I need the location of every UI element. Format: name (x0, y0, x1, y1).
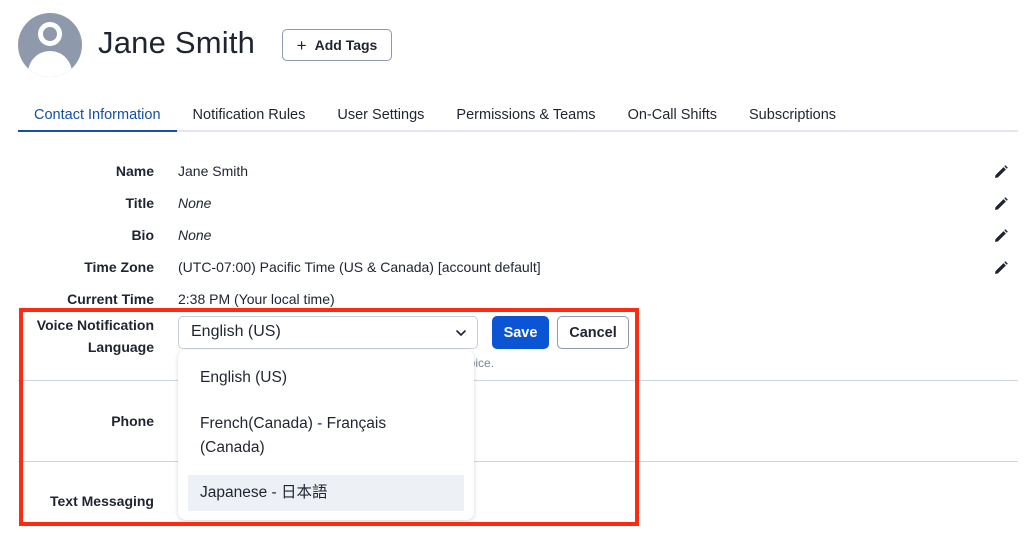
section-divider (18, 461, 1018, 462)
chevron-down-icon (456, 330, 466, 336)
profile-tabs: Contact Information Notification Rules U… (18, 100, 1018, 132)
dropdown-option-japanese[interactable]: Japanese - 日本語 (188, 475, 464, 511)
edit-bio-pencil-icon[interactable] (993, 228, 1009, 244)
voice-language-label-line2: Language (87, 339, 154, 355)
current-time-label: Current Time (67, 291, 154, 307)
bio-label: Bio (131, 227, 154, 243)
user-profile-page: Jane Smith + Add Tags Contact Informatio… (0, 0, 1032, 540)
tab-permissions-teams[interactable]: Permissions & Teams (440, 100, 611, 132)
avatar-head-shape (38, 22, 62, 46)
tab-subscriptions[interactable]: Subscriptions (733, 100, 852, 132)
edit-time-zone-pencil-icon[interactable] (993, 260, 1009, 276)
title-value: None (178, 195, 212, 211)
section-divider (18, 380, 1018, 381)
page-title: Jane Smith (98, 25, 256, 60)
edit-title-pencil-icon[interactable] (993, 196, 1009, 212)
option-label-line1: French(Canada) - Français (200, 415, 387, 432)
add-tags-label: Add Tags (314, 37, 378, 53)
tab-notification-rules[interactable]: Notification Rules (177, 100, 322, 132)
edit-name-pencil-icon[interactable] (993, 164, 1009, 180)
name-value: Jane Smith (178, 163, 249, 179)
add-tags-button[interactable]: + Add Tags (282, 29, 392, 61)
dropdown-option-english-us[interactable]: English (US) (188, 366, 464, 390)
tab-contact-information[interactable]: Contact Information (18, 100, 177, 132)
voice-language-select[interactable]: English (US) (178, 316, 478, 349)
time-zone-label: Time Zone (84, 259, 154, 275)
phone-label: Phone (111, 413, 154, 429)
name-label: Name (115, 163, 154, 179)
save-button[interactable]: Save (492, 316, 549, 349)
title-label: Title (125, 195, 154, 211)
dropdown-option-french-canada[interactable]: French(Canada) - Français (Canada) (188, 412, 464, 460)
voice-language-selected-value: English (US) (191, 323, 281, 340)
option-label-line2: (Canada) (200, 439, 265, 456)
bio-value: None (178, 227, 212, 243)
text-messaging-label: Text Messaging (50, 493, 154, 509)
time-zone-value: (UTC-07:00) Pacific Time (US & Canada) [… (178, 259, 541, 275)
plus-icon: + (296, 35, 307, 55)
cancel-button[interactable]: Cancel (557, 316, 629, 349)
voice-language-label-line1: Voice Notification (36, 317, 154, 333)
tab-on-call-shifts[interactable]: On-Call Shifts (612, 100, 733, 132)
avatar-body-shape (28, 51, 72, 77)
tab-user-settings[interactable]: User Settings (321, 100, 440, 132)
user-avatar-icon (18, 13, 82, 77)
voice-language-dropdown-menu: English (US) French(Canada) - Français (… (178, 350, 474, 520)
current-time-value: 2:38 PM (Your local time) (178, 291, 335, 307)
